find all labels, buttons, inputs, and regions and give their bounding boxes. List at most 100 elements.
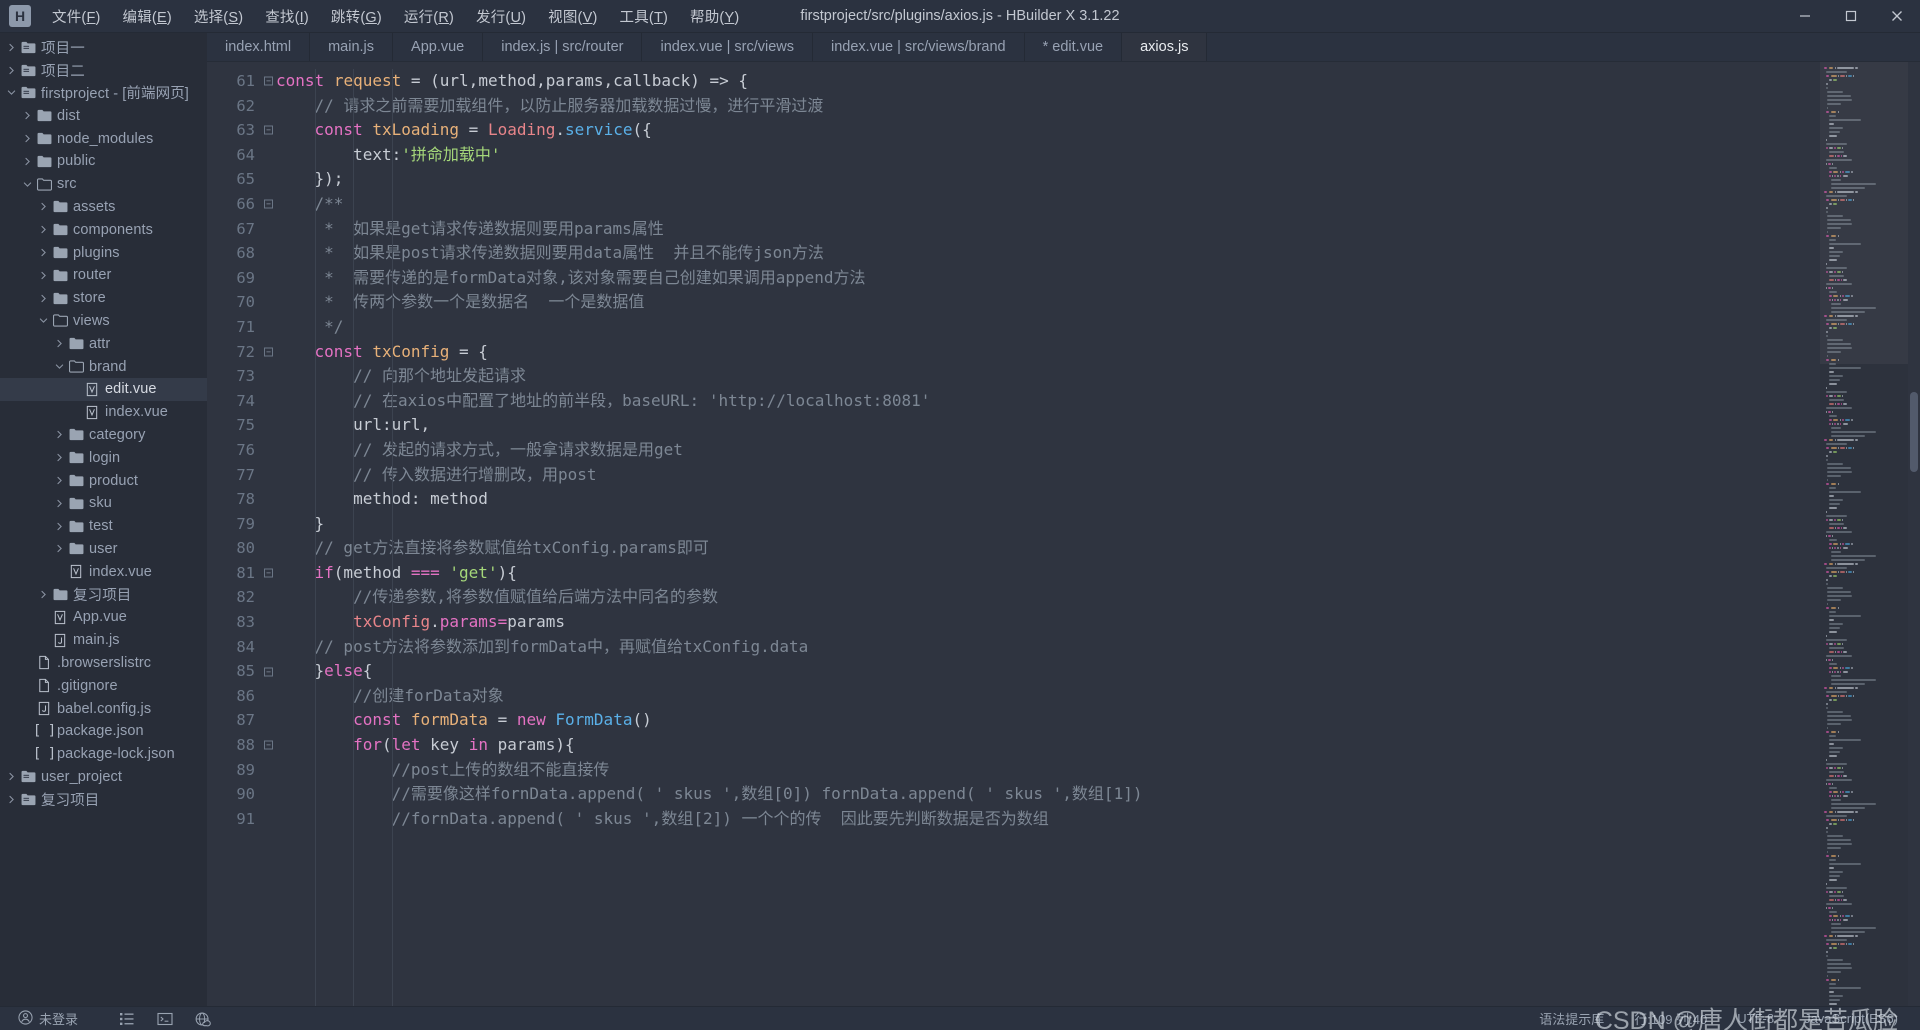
tree-item-public[interactable]: public: [0, 150, 207, 173]
code-line[interactable]: * 如果是get请求传递数据则要用params属性: [276, 217, 1820, 242]
code-line[interactable]: // 请求之前需要加载组件，以防止服务器加载数据过慢，进行平滑过渡: [276, 94, 1820, 119]
tree-item-dist[interactable]: dist: [0, 104, 207, 127]
tree-item-main.js[interactable]: main.js: [0, 629, 207, 652]
code-line[interactable]: //需要像这样fornData.append( ' skus ',数组[0]) …: [276, 782, 1820, 807]
code-line[interactable]: method: method: [276, 487, 1820, 512]
editor-tab-1[interactable]: index.html: [207, 33, 311, 61]
chevron-right-icon[interactable]: [37, 271, 50, 280]
code-line[interactable]: // get方法直接将参数赋值给txConfig.params即可: [276, 536, 1820, 561]
code-line[interactable]: const txConfig = {: [276, 340, 1820, 365]
chevron-right-icon[interactable]: [5, 43, 18, 52]
code-line[interactable]: const formData = new FormData(): [276, 708, 1820, 733]
editor-tab-bar[interactable]: index.html main.js App.vue index.js | src/r…: [207, 33, 1920, 62]
code-line[interactable]: * 传两个参数一个是数据名 一个是数据值: [276, 290, 1820, 315]
code-line[interactable]: //fornData.append( ' skus ',数组[2]) 一个个的传…: [276, 807, 1820, 832]
tree-item-package.json[interactable]: [ ] package.json: [0, 720, 207, 743]
code-line[interactable]: url:url,: [276, 413, 1820, 438]
tree-item-.browserslistrc[interactable]: .browserslistrc: [0, 652, 207, 675]
chevron-right-icon[interactable]: [53, 522, 66, 531]
fold-toggle-icon[interactable]: −: [264, 740, 273, 750]
tree-item-app.vue[interactable]: App.vue: [0, 606, 207, 629]
tree-item-index.vue[interactable]: index.vue: [0, 560, 207, 583]
tree-item-views[interactable]: views: [0, 310, 207, 333]
fold-toggle-icon[interactable]: −: [264, 199, 273, 209]
menu-bar[interactable]: 文件(F) 编辑(E) 选择(S) 查找(I) 跳转(G) 运行(R) 发行(U) 视图(V)…: [41, 2, 750, 31]
chevron-right-icon[interactable]: [53, 499, 66, 508]
tree-item-src[interactable]: src: [0, 173, 207, 196]
chevron-right-icon[interactable]: [21, 134, 34, 143]
code-line[interactable]: //创建forData对象: [276, 684, 1820, 709]
editor-tab-2[interactable]: main.js: [310, 33, 394, 61]
chevron-right-icon[interactable]: [21, 157, 34, 166]
tree-item-user_project[interactable]: user_project: [0, 766, 207, 789]
fold-toggle-icon[interactable]: −: [264, 667, 273, 677]
code-line[interactable]: });: [276, 167, 1820, 192]
code-line[interactable]: }else{: [276, 659, 1820, 684]
editor-tab-8[interactable]: axios.js: [1122, 33, 1208, 61]
code-line[interactable]: txConfig.params=params: [276, 610, 1820, 635]
editor-tab-7[interactable]: * edit.vue: [1024, 33, 1123, 61]
syntax-library-label[interactable]: 语法提示库: [1539, 1009, 1604, 1028]
chevron-down-icon[interactable]: [53, 362, 66, 371]
tree-item-components[interactable]: components: [0, 218, 207, 241]
chevron-right-icon[interactable]: [5, 795, 18, 804]
editor-tab-3[interactable]: App.vue: [393, 33, 484, 61]
tree-item-attr[interactable]: attr: [0, 332, 207, 355]
chevron-right-icon[interactable]: [37, 248, 50, 257]
code-line[interactable]: /**: [276, 192, 1820, 217]
tree-item-user[interactable]: user: [0, 538, 207, 561]
menu-item-2[interactable]: 编辑(E): [112, 2, 183, 31]
code-line[interactable]: //post上传的数组不能直接传: [276, 758, 1820, 783]
code-line[interactable]: // 发起的请求方式，一般拿请求数据是用get: [276, 438, 1820, 463]
menu-item-5[interactable]: 跳转(G): [320, 2, 393, 31]
login-status[interactable]: 未登录: [10, 1009, 86, 1028]
fold-toggle-icon[interactable]: −: [264, 76, 273, 86]
editor-tab-4[interactable]: index.js | src/router: [483, 33, 643, 61]
tree-item-edit.vue[interactable]: edit.vue: [0, 377, 207, 401]
chevron-right-icon[interactable]: [53, 339, 66, 348]
scrollbar-thumb[interactable]: [1910, 392, 1918, 472]
language-mode-label[interactable]: JavaScript(ES6): [1804, 1011, 1898, 1026]
tree-item-router[interactable]: router: [0, 264, 207, 287]
minimize-button[interactable]: [1782, 0, 1828, 33]
tree-item-product[interactable]: product: [0, 469, 207, 492]
chevron-right-icon[interactable]: [37, 294, 50, 303]
tree-item-sku[interactable]: sku: [0, 492, 207, 515]
encoding-label[interactable]: UTF-8: [1737, 1011, 1774, 1026]
code-line[interactable]: for(let key in params){: [276, 733, 1820, 758]
chevron-right-icon[interactable]: [37, 202, 50, 211]
tree-item-login[interactable]: login: [0, 446, 207, 469]
close-button[interactable]: [1874, 0, 1920, 33]
tree-item-.gitignore[interactable]: .gitignore: [0, 674, 207, 697]
chevron-right-icon[interactable]: [53, 430, 66, 439]
code-line[interactable]: * 如果是post请求传递数据则要用data属性 并且不能传json方法: [276, 241, 1820, 266]
code-area[interactable]: 61− 62 63− 64 65 66− 67 68 69 70 71 72− 73 74 75 76 77 78…: [207, 62, 1920, 1006]
tree-item--[interactable]: 项目一: [0, 36, 207, 59]
project-explorer[interactable]: 项目一 项目二 firstproject - [前端网页] dist node_modu…: [0, 33, 207, 1006]
chevron-down-icon[interactable]: [37, 316, 50, 325]
editor-tab-6[interactable]: index.vue | src/views/brand: [813, 33, 1025, 61]
outline-icon[interactable]: [108, 1011, 146, 1027]
code-line[interactable]: if(method === 'get'){: [276, 561, 1820, 586]
chevron-right-icon[interactable]: [53, 544, 66, 553]
chevron-right-icon[interactable]: [37, 225, 50, 234]
maximize-button[interactable]: [1828, 0, 1874, 33]
chevron-right-icon[interactable]: [53, 453, 66, 462]
tree-item-firstproject---[interactable]: firstproject - [前端网页]: [0, 82, 207, 105]
code-line[interactable]: const txLoading = Loading.service({: [276, 118, 1820, 143]
tree-item-babel.config.js[interactable]: babel.config.js: [0, 697, 207, 720]
code-text[interactable]: const request = (url,method,params,callb…: [276, 62, 1820, 1006]
code-line[interactable]: }: [276, 512, 1820, 537]
code-line[interactable]: * 需要传递的是formData对象,该对象需要自己创建如果调用append方法: [276, 266, 1820, 291]
chevron-right-icon[interactable]: [37, 590, 50, 599]
chevron-right-icon[interactable]: [21, 111, 34, 120]
code-line[interactable]: // 在axios中配置了地址的前半段，baseURL: 'http://loc…: [276, 389, 1820, 414]
tree-item-package-lock.json[interactable]: [ ] package-lock.json: [0, 743, 207, 766]
code-line[interactable]: // post方法将参数添加到formData中，再赋值给txConfig.da…: [276, 635, 1820, 660]
fold-toggle-icon[interactable]: −: [264, 347, 273, 357]
code-line[interactable]: text:'拼命加载中': [276, 143, 1820, 168]
tree-item-assets[interactable]: assets: [0, 196, 207, 219]
tree-item--[interactable]: 项目二: [0, 59, 207, 82]
menu-item-8[interactable]: 视图(V): [537, 2, 608, 31]
tree-item-node_modules[interactable]: node_modules: [0, 127, 207, 150]
